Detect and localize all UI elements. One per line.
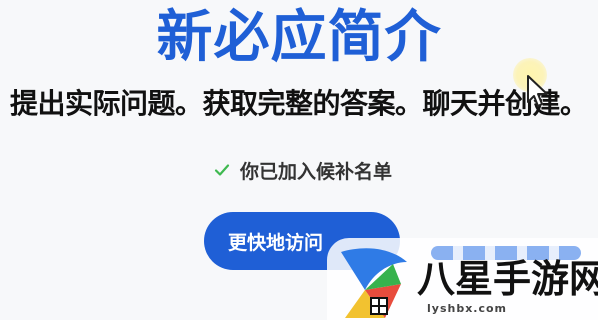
- site-watermark: 八星手游网 lyshbx.com: [327, 238, 598, 320]
- faster-access-button-label: 更快地访问: [228, 231, 324, 254]
- waitlist-status-text: 你已加入候补名单: [240, 160, 393, 183]
- watermark-logo-icon: [341, 248, 407, 318]
- watermark-brand: 八星手游网: [417, 257, 598, 301]
- mouse-cursor-icon: [527, 75, 548, 107]
- watermark-domain: lyshbx.com: [427, 302, 508, 315]
- page-title: 新必应简介: [156, 5, 442, 70]
- bing-intro-page: 新必应简介 提出实际问题。获取完整的答案。聊天并创建。 你已加入候补名单 更快地…: [0, 0, 598, 320]
- checkmark-icon: [214, 164, 230, 176]
- page-subtitle: 提出实际问题。获取完整的答案。聊天并创建。: [10, 87, 588, 120]
- waitlist-status: 你已加入候补名单: [214, 158, 393, 183]
